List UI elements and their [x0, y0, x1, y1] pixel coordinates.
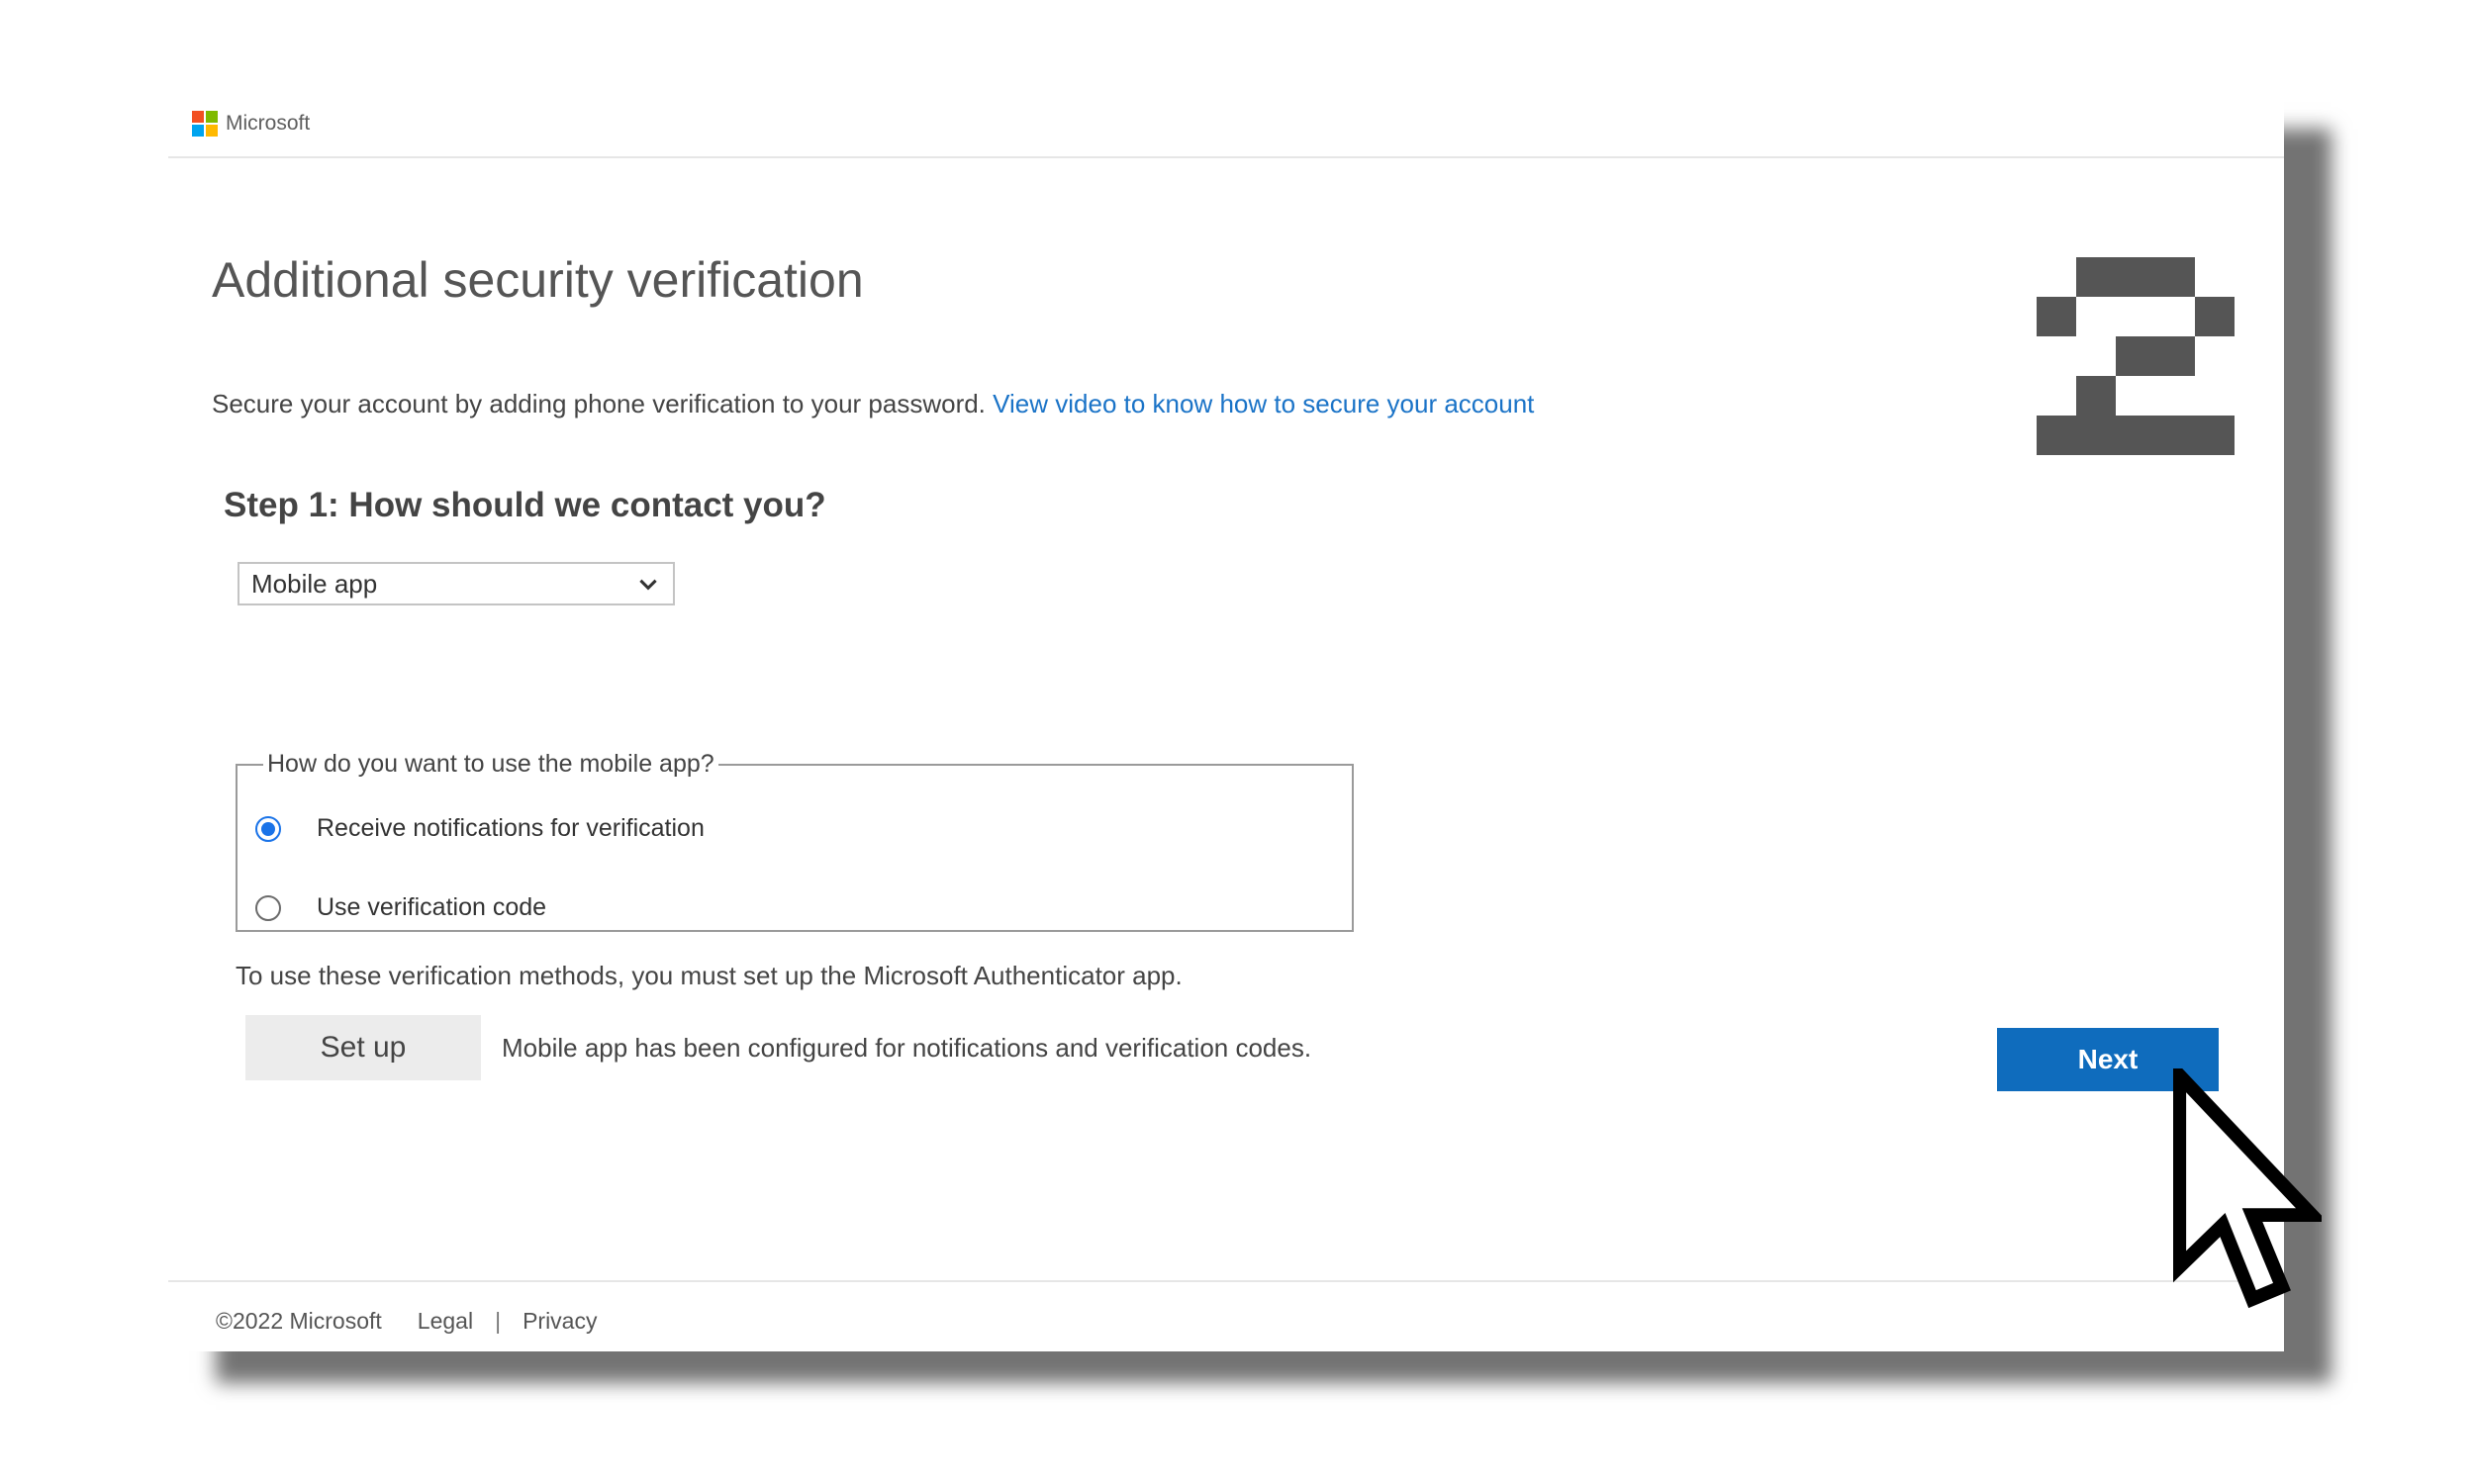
logo-square-red: [192, 111, 204, 123]
tutorial-screenshot: Microsoft Additional security verificati…: [0, 0, 2474, 1484]
option-receive-notifications[interactable]: Receive notifications for verification: [255, 814, 705, 843]
microsoft-logo-icon: [192, 111, 218, 137]
mobile-app-options: How do you want to use the mobile app? R…: [236, 750, 1354, 932]
mobile-app-legend: How do you want to use the mobile app?: [267, 750, 714, 778]
contact-method-value: Mobile app: [251, 568, 378, 599]
option-label: Use verification code: [317, 893, 547, 921]
privacy-link[interactable]: Privacy: [523, 1308, 597, 1335]
step-number-badge: [2037, 257, 2235, 455]
set-up-button[interactable]: Set up: [245, 1015, 481, 1080]
verification-page: Microsoft Additional security verificati…: [168, 97, 2284, 1351]
logo-square-blue: [192, 125, 204, 137]
authenticator-note: To use these verification methods, you m…: [236, 961, 1183, 990]
option-label: Receive notifications for verification: [317, 814, 705, 842]
pixel-digit-two-icon: [2037, 257, 2235, 455]
intro-text: Secure your account by adding phone veri…: [212, 389, 994, 418]
brand-name: Microsoft: [226, 112, 311, 135]
copyright-text: ©2022 Microsoft: [216, 1308, 382, 1334]
option-use-verification-code[interactable]: Use verification code: [255, 893, 546, 922]
radio-button[interactable]: [255, 815, 281, 842]
page-header: Microsoft: [168, 97, 2284, 158]
contact-method-select[interactable]: Mobile app: [238, 562, 675, 605]
page-footer: ©2022 Microsoft Legal | Privacy: [168, 1280, 2284, 1353]
chevron-down-icon: [639, 579, 657, 591]
logo-square-green: [206, 111, 218, 123]
intro-paragraph: Secure your account by adding phone veri…: [212, 389, 1534, 419]
logo-square-yellow: [206, 125, 218, 137]
mouse-cursor-icon: [2173, 1068, 2322, 1311]
setup-status-text: Mobile app has been configured for notif…: [502, 1033, 1312, 1063]
radio-button[interactable]: [255, 894, 281, 921]
microsoft-logo: Microsoft: [192, 111, 310, 137]
view-video-link[interactable]: View video to know how to secure your ac…: [993, 389, 1534, 418]
page-title: Additional security verification: [212, 252, 864, 308]
step-title: Step 1: How should we contact you?: [224, 486, 826, 524]
legal-link[interactable]: Legal: [418, 1308, 473, 1335]
footer-separator: |: [495, 1308, 502, 1334]
